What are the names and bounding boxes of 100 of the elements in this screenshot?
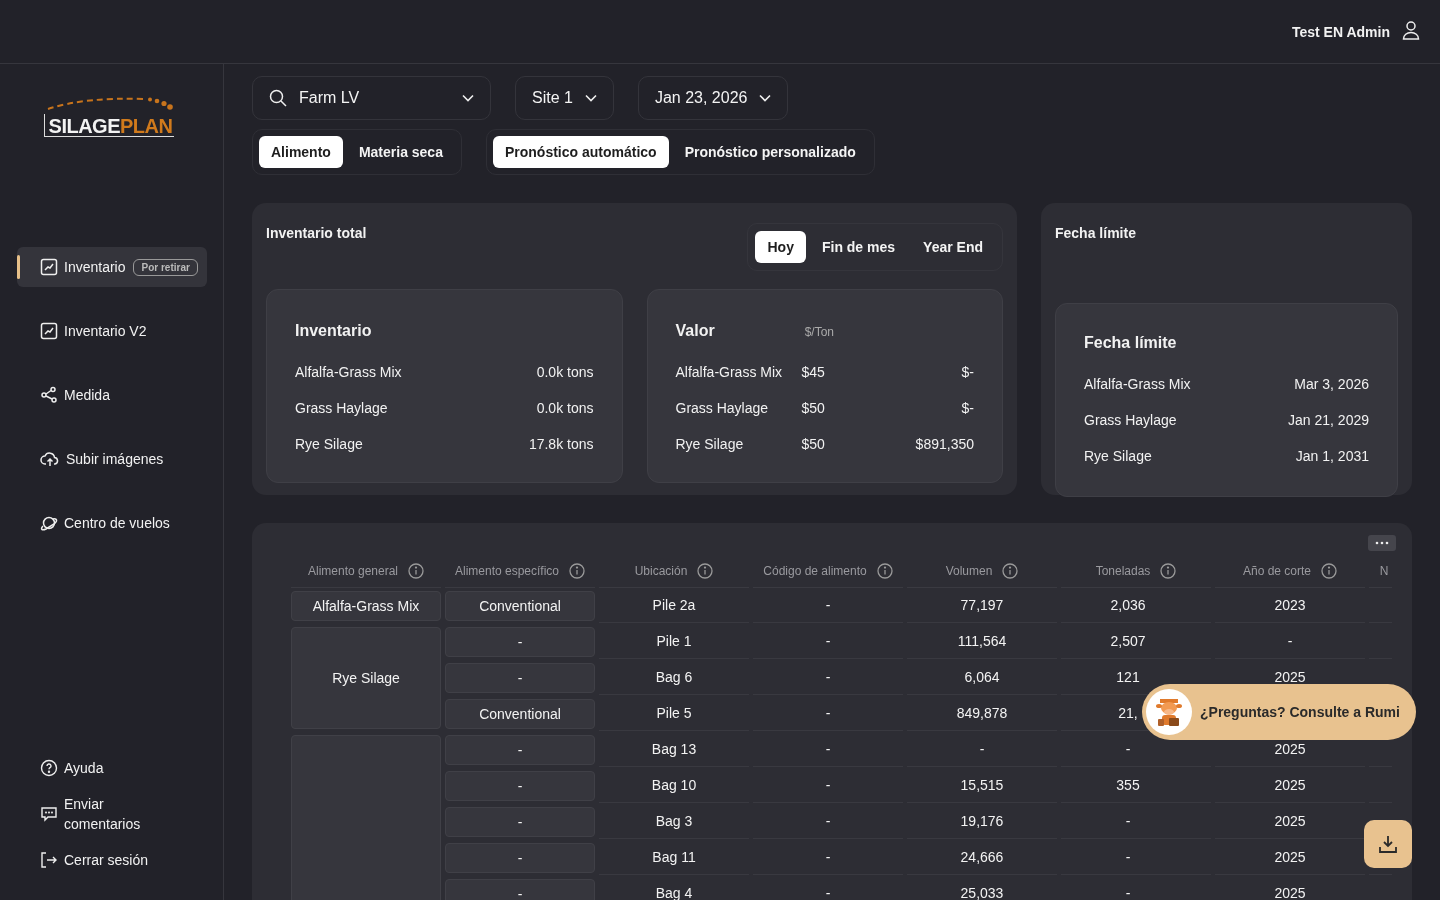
- table-cell: -: [753, 587, 903, 623]
- table-cell: -: [445, 807, 595, 837]
- info-icon[interactable]: [1160, 562, 1177, 579]
- toggle-tab[interactable]: Hoy: [755, 231, 806, 263]
- sidebar-item[interactable]: Inventario Por retirar: [17, 247, 207, 287]
- logout-icon: [40, 851, 58, 869]
- table-cell: -: [753, 623, 903, 659]
- table-cell: -: [753, 695, 903, 731]
- table-cell: 15,515: [907, 767, 1057, 803]
- info-icon[interactable]: [697, 562, 714, 579]
- column-header[interactable]: Toneladas: [1095, 563, 1151, 578]
- feed-name: Rye Silage: [675, 436, 745, 452]
- sidebar-link[interactable]: Cerrar sesión: [17, 850, 207, 870]
- toggle-tab[interactable]: Year End: [911, 231, 995, 263]
- sidebar-item[interactable]: Inventario V2: [17, 311, 207, 351]
- card-heading: Inventario: [295, 322, 372, 340]
- column-header[interactable]: N: [1379, 563, 1389, 578]
- chevron-down-icon: [584, 94, 597, 102]
- table-cell: -: [753, 803, 903, 839]
- toggle-tab[interactable]: Materia seca: [346, 136, 455, 168]
- toggle-tab[interactable]: Alimento: [259, 136, 343, 168]
- search-icon: [269, 89, 287, 107]
- deadline-date: Mar 3, 2026: [1294, 376, 1369, 392]
- date-select[interactable]: Jan 23, 2026: [637, 76, 789, 120]
- sidebar-item[interactable]: Medida: [17, 375, 207, 415]
- user-name[interactable]: Test EN Admin: [1292, 23, 1390, 40]
- table-cell: 111,564: [907, 623, 1057, 659]
- feed-name: Grass Haylage: [1084, 412, 1178, 428]
- feed-amount: 0.0k tons: [536, 400, 594, 416]
- table-cell: 355: [1061, 767, 1211, 803]
- info-icon[interactable]: [1321, 562, 1337, 579]
- table-cell: Pile 2a: [599, 587, 749, 623]
- table-cell: -: [753, 767, 903, 803]
- feed-group: Alfalfa-Grass Mix: [312, 598, 420, 614]
- info-icon[interactable]: [569, 562, 586, 579]
- info-icon[interactable]: [1002, 562, 1019, 579]
- feed-name: Grass Haylage: [675, 400, 770, 416]
- table-cell: -: [445, 843, 595, 873]
- table-cell: -: [753, 659, 903, 695]
- table-cell: 2025: [1215, 767, 1365, 803]
- table-cell: 849,878: [907, 695, 1057, 731]
- feed-amount: 0.0k tons: [536, 364, 594, 380]
- feed-name: Rye Silage: [295, 436, 364, 452]
- feed-group: Rye Silage: [332, 670, 400, 686]
- info-icon[interactable]: [408, 562, 425, 579]
- feed-price: $50: [801, 400, 826, 416]
- deadline-date: Jan 1, 2031: [1295, 448, 1369, 464]
- feed-value: $-: [960, 400, 974, 416]
- site-select[interactable]: Site 1: [515, 76, 614, 120]
- column-header[interactable]: Volumen: [945, 563, 993, 578]
- download-icon: [1378, 834, 1398, 854]
- sidebar-item[interactable]: Subir imágenes: [17, 439, 207, 479]
- table-cell: 24,666: [907, 839, 1057, 875]
- user-icon[interactable]: [1402, 20, 1420, 40]
- feed-price: $50: [801, 436, 826, 452]
- sidebar-item[interactable]: Centro de vuelos: [17, 503, 207, 543]
- help-icon: [40, 759, 58, 777]
- toggle-tab[interactable]: Pronóstico personalizado: [672, 136, 868, 168]
- toggle-tab[interactable]: Fin de mes: [809, 231, 908, 263]
- table-cell: Bag 4: [599, 875, 749, 900]
- info-icon[interactable]: [876, 562, 893, 579]
- table-cell: Bag 3: [599, 803, 749, 839]
- sidebar-link[interactable]: Ayuda: [17, 758, 207, 778]
- download-button[interactable]: [1364, 820, 1412, 868]
- more-button[interactable]: [1368, 535, 1396, 551]
- table-cell: -: [1215, 623, 1365, 659]
- logo-text: SILAGE: [48, 115, 120, 137]
- table-cell: 19,176: [907, 803, 1057, 839]
- column-header[interactable]: Alimento específico: [454, 563, 560, 578]
- table-cell: Conventional: [445, 699, 595, 729]
- feed-name: Alfalfa-Grass Mix: [295, 364, 403, 380]
- farm-select[interactable]: Farm LV: [252, 76, 491, 120]
- feed-name: Alfalfa-Grass Mix: [675, 364, 784, 380]
- column-header[interactable]: Alimento general: [307, 563, 399, 578]
- measure-icon: [40, 386, 58, 404]
- table-cell: -: [753, 839, 903, 875]
- table-cell: -: [445, 879, 595, 900]
- chat-assistant-button[interactable]: ¿Preguntas? Consulte a Rumi: [1142, 684, 1416, 740]
- status-badge: Por retirar: [133, 258, 198, 276]
- chart-icon: [40, 258, 58, 276]
- column-header[interactable]: Año de corte: [1242, 563, 1311, 578]
- feed-value: $-: [960, 364, 974, 380]
- table-cell: 6,064: [907, 659, 1057, 695]
- chevron-down-icon: [759, 94, 772, 102]
- table-cell: Pile 5: [599, 695, 749, 731]
- toggle-tab[interactable]: Pronóstico automático: [492, 136, 669, 168]
- chat-icon: [40, 805, 58, 823]
- table-cell: Bag 11: [599, 839, 749, 875]
- card-title: Inventario total: [266, 225, 367, 241]
- table-cell: Bag 13: [599, 731, 749, 767]
- table-cell: Bag 10: [599, 767, 749, 803]
- unit-label: $/Ton: [804, 325, 834, 339]
- card-title: Fecha límite: [1055, 225, 1137, 241]
- column-header[interactable]: Código de alimento: [763, 563, 867, 578]
- table-cell: -: [445, 735, 595, 765]
- feed-value: $891,350: [914, 436, 974, 452]
- sidebar-link[interactable]: Enviar comentarios: [17, 794, 207, 834]
- table-cell: -: [445, 627, 595, 657]
- table-cell: -: [753, 731, 903, 767]
- column-header[interactable]: Ubicación: [634, 563, 688, 578]
